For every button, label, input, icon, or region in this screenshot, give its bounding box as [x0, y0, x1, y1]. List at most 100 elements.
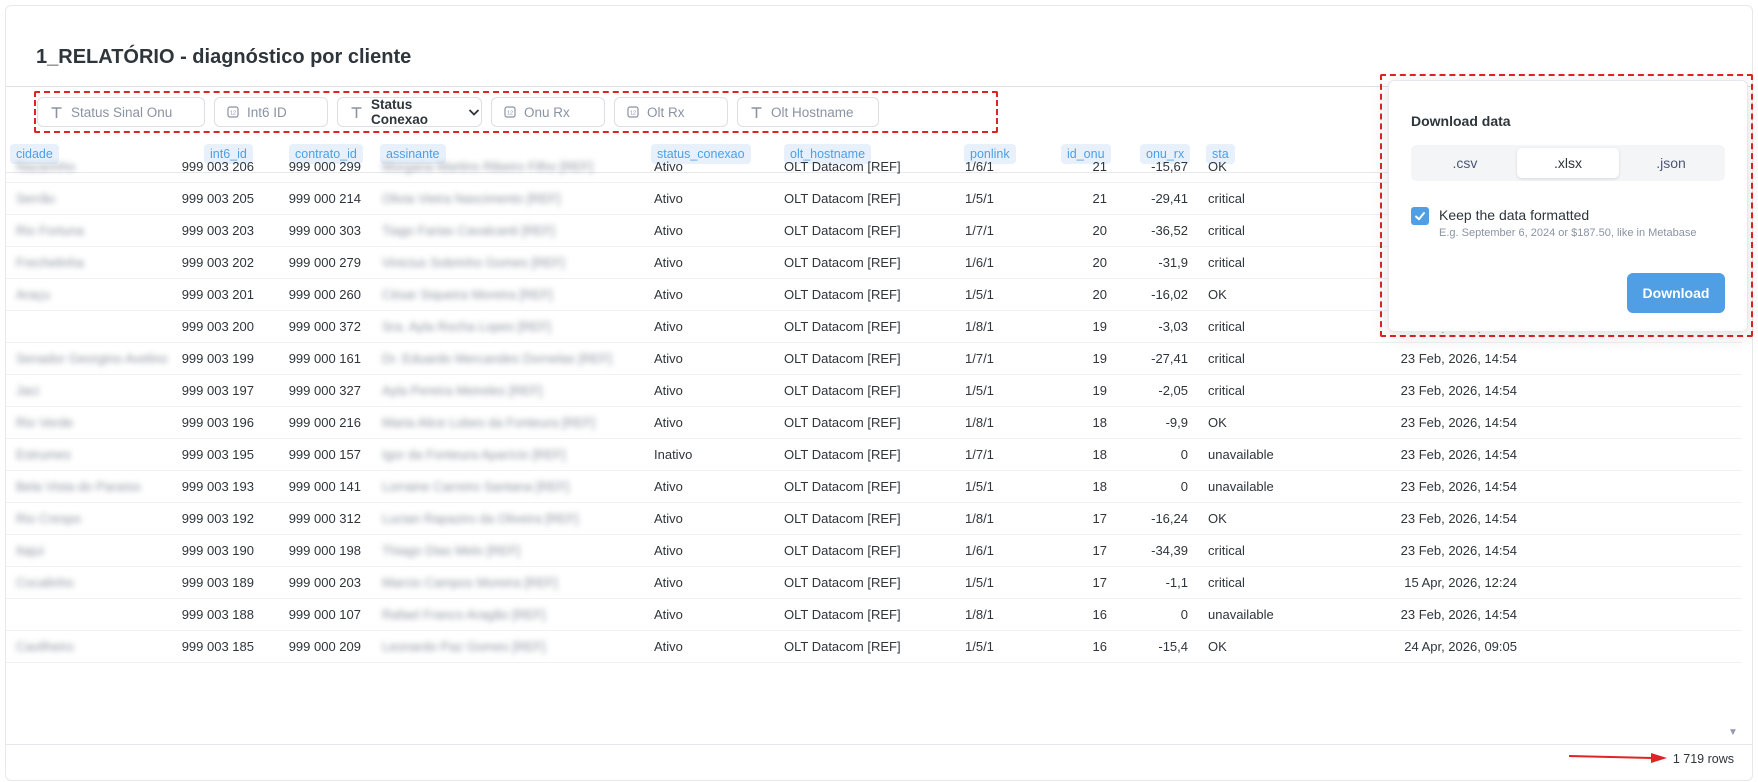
filter-olt-rx[interactable]: 12 Olt Rx	[614, 97, 728, 127]
cell-cidade: Rio Verde	[16, 415, 74, 430]
keep-formatted-checkbox[interactable]	[1411, 207, 1429, 225]
filter-label: Olt Rx	[647, 104, 685, 120]
cell-id-onu: 19	[1092, 351, 1107, 366]
cell-ponlink: 1/5/1	[965, 639, 994, 654]
cell-updated: 23 Feb, 2026, 14:54	[1400, 479, 1517, 494]
table-row[interactable]: Jaci 999 003 197 999 000 327 Ayla Pereira M…	[6, 375, 1742, 407]
cell-contrato-id: 999 000 279	[288, 255, 361, 270]
row-count[interactable]: 1 719 rows	[1673, 752, 1734, 766]
filter-status-sinal-onu[interactable]: Status Sinal Onu	[37, 97, 205, 127]
cell-status: critical	[1208, 543, 1245, 558]
cell-contrato-id: 999 000 260	[288, 287, 361, 302]
cell-status: critical	[1208, 223, 1245, 238]
cell-contrato-id: 999 000 299	[288, 159, 361, 174]
cell-id-onu: 20	[1092, 287, 1107, 302]
cell-onu-rx: -31,9	[1158, 255, 1188, 270]
cell-contrato-id: 999 000 141	[288, 479, 361, 494]
cell-updated: 23 Feb, 2026, 14:54	[1400, 383, 1517, 398]
filter-status-conexao[interactable]: Status Conexao	[337, 97, 482, 127]
svg-text:12: 12	[230, 111, 236, 117]
filter-onu-rx[interactable]: 12 Onu Rx	[491, 97, 605, 127]
cell-updated: 24 Apr, 2026, 09:05	[1404, 639, 1517, 654]
cell-ponlink: 1/6/1	[965, 255, 994, 270]
cell-int6-id: 999 003 190	[181, 543, 254, 558]
table-row[interactable]: Cocalinho 999 003 189 999 000 203 Marcio Ca…	[6, 567, 1742, 599]
cell-contrato-id: 999 000 107	[288, 607, 361, 622]
keep-formatted-label[interactable]: Keep the data formatted	[1439, 207, 1589, 223]
cell-contrato-id: 999 000 198	[288, 543, 361, 558]
cell-olt-hostname: OLT Datacom [REF]	[784, 255, 901, 270]
checkmark-icon	[1415, 212, 1425, 221]
format-xlsx-button[interactable]: .xlsx	[1517, 148, 1619, 178]
cell-olt-hostname: OLT Datacom [REF]	[784, 575, 901, 590]
cell-contrato-id: 999 000 209	[288, 639, 361, 654]
cell-int6-id: 999 003 197	[181, 383, 254, 398]
cell-cidade: Rio Crespo	[16, 511, 82, 526]
cell-int6-id: 999 003 205	[181, 191, 254, 206]
cell-cidade: Serrão	[16, 191, 56, 206]
cell-int6-id: 999 003 188	[181, 607, 254, 622]
table-row[interactable]: Itajuí 999 003 190 999 000 198 Thiago Dias …	[6, 535, 1742, 567]
cell-int6-id: 999 003 200	[181, 319, 254, 334]
scroll-down-arrow-icon[interactable]: ▼	[1728, 727, 1738, 738]
table-row[interactable]: Cavilheiro 999 003 185 999 000 209 Leonardo…	[6, 631, 1742, 663]
cell-int6-id: 999 003 193	[181, 479, 254, 494]
cell-updated: 23 Feb, 2026, 14:54	[1400, 511, 1517, 526]
format-csv-button[interactable]: .csv	[1414, 148, 1516, 178]
table-row[interactable]: Rio Verde 999 003 196 999 000 216 Maria Ali…	[6, 407, 1742, 439]
cell-status: OK	[1208, 639, 1227, 654]
table-row[interactable]: 999 003 188 999 000 107 Rafael Franco Arag…	[6, 599, 1742, 631]
download-title: Download data	[1411, 113, 1511, 129]
table-row[interactable]: Estrumes 999 003 195 999 000 157 Igor da Fo…	[6, 439, 1742, 471]
filter-int6-id[interactable]: 12 Int6 ID	[214, 97, 328, 127]
cell-status-conexao: Ativo	[654, 575, 683, 590]
cell-onu-rx: -29,41	[1151, 191, 1188, 206]
cell-ponlink: 1/5/1	[965, 287, 994, 302]
cell-id-onu: 21	[1092, 159, 1107, 174]
cell-cidade: Senador Georgino Avelino	[16, 351, 168, 366]
cell-assinante: Olivia Vieira Nascimento [REF]	[382, 191, 561, 206]
cell-int6-id: 999 003 203	[181, 223, 254, 238]
cell-status: unavailable	[1208, 447, 1274, 462]
cell-assinante: César Siqueira Moreira [REF]	[382, 287, 553, 302]
cell-int6-id: 999 003 196	[181, 415, 254, 430]
cell-assinante: Tiago Farias Cavalcanti [REF]	[382, 223, 555, 238]
cell-ponlink: 1/8/1	[965, 511, 994, 526]
table-row[interactable]: Bela Vista do Paraíso 999 003 193 999 000 …	[6, 471, 1742, 503]
cell-olt-hostname: OLT Datacom [REF]	[784, 383, 901, 398]
format-json-button[interactable]: .json	[1620, 148, 1722, 178]
cell-status: critical	[1208, 351, 1245, 366]
filter-label: Olt Hostname	[771, 104, 854, 120]
cell-olt-hostname: OLT Datacom [REF]	[784, 639, 901, 654]
cell-contrato-id: 999 000 203	[288, 575, 361, 590]
cell-int6-id: 999 003 192	[181, 511, 254, 526]
cell-ponlink: 1/5/1	[965, 191, 994, 206]
cell-status: OK	[1208, 159, 1227, 174]
cell-status: critical	[1208, 255, 1245, 270]
cell-status: critical	[1208, 383, 1245, 398]
cell-onu-rx: -2,05	[1158, 383, 1188, 398]
cell-olt-hostname: OLT Datacom [REF]	[784, 319, 901, 334]
cell-cidade: Nazarinho	[16, 159, 76, 174]
cell-cidade: Bela Vista do Paraíso	[16, 479, 141, 494]
cell-status-conexao: Ativo	[654, 383, 683, 398]
filter-olt-hostname[interactable]: Olt Hostname	[737, 97, 879, 127]
cell-ponlink: 1/5/1	[965, 383, 994, 398]
cell-ponlink: 1/8/1	[965, 607, 994, 622]
cell-int6-id: 999 003 195	[181, 447, 254, 462]
table-row[interactable]: Senador Georgino Avelino 999 003 199 999 0…	[6, 343, 1742, 375]
cell-status-conexao: Ativo	[654, 255, 683, 270]
cell-contrato-id: 999 000 303	[288, 223, 361, 238]
cell-assinante: Thiago Dias Melo [REF]	[382, 543, 520, 558]
chevron-down-icon[interactable]	[467, 105, 481, 119]
download-button[interactable]: Download	[1627, 273, 1725, 313]
cell-onu-rx: -16,24	[1151, 511, 1188, 526]
cell-status-conexao: Ativo	[654, 287, 683, 302]
cell-updated: 23 Feb, 2026, 14:54	[1400, 415, 1517, 430]
table-row[interactable]: Rio Crespo 999 003 192 999 000 312 Lucian R…	[6, 503, 1742, 535]
svg-text:12: 12	[630, 111, 636, 117]
filter-label: Status Conexao	[371, 97, 429, 127]
format-selector: .csv .xlsx .json	[1411, 145, 1725, 181]
cell-id-onu: 20	[1092, 223, 1107, 238]
cell-status-conexao: Ativo	[654, 511, 683, 526]
